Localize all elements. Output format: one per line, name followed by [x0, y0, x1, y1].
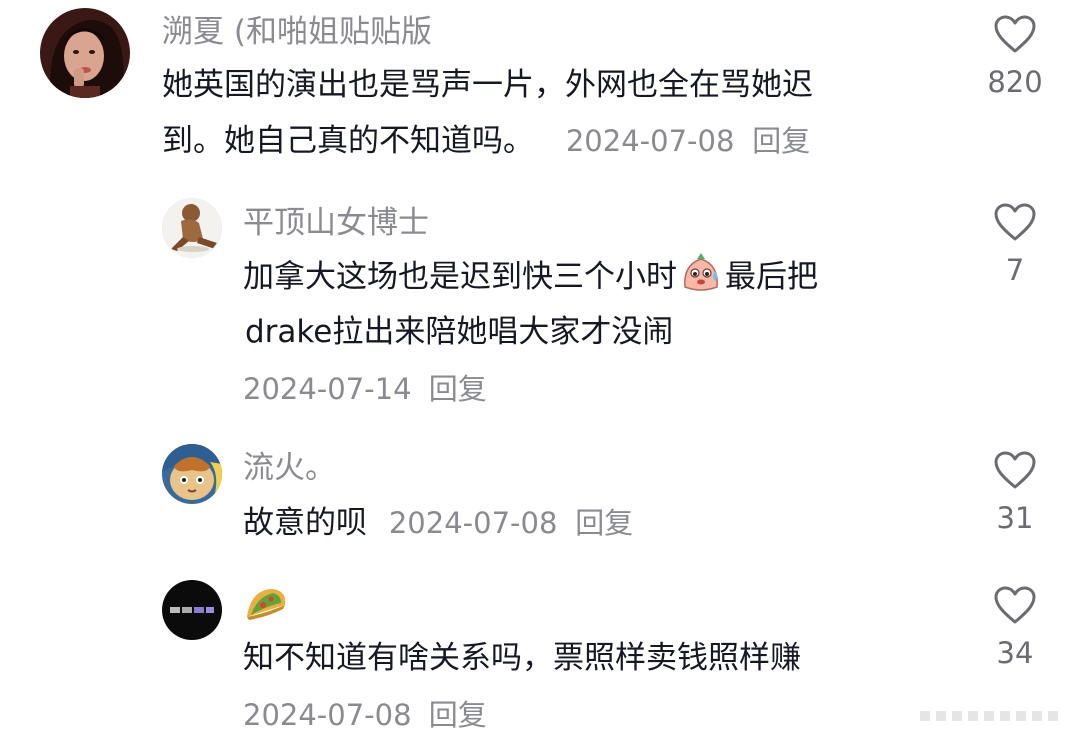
comment-text-line: drake拉出来陪她唱大家才没闹: [245, 314, 674, 350]
like-button[interactable]: 820: [980, 14, 1050, 102]
watermark-icon: [920, 711, 1058, 721]
comment-username[interactable]: 溯夏 (和啪姐贴贴版: [162, 12, 432, 52]
sweating-face-emoji-icon: [679, 251, 723, 295]
comment-text-line: 知不知道有啥关系吗，票照样卖钱照样赚: [243, 640, 801, 676]
like-button[interactable]: 31: [980, 450, 1050, 538]
comment-username[interactable]: 平顶山女博士: [243, 203, 429, 243]
comment-text-line: 故意的呗: [243, 505, 367, 541]
avatar[interactable]: [40, 8, 130, 98]
comment-username[interactable]: [243, 583, 289, 633]
comment-text: 她英国的演出也是骂声一片，外网也全在骂她迟: [162, 57, 813, 114]
comment-text-line: 最后把: [725, 259, 818, 295]
comment-date: 2024-07-14: [243, 372, 412, 406]
like-count: 34: [996, 636, 1034, 670]
figurine-avatar-icon: [163, 199, 221, 257]
like-button[interactable]: 7: [980, 202, 1050, 290]
avatar[interactable]: [162, 198, 222, 258]
like-count: 820: [987, 65, 1043, 99]
comment-text-line: 到。她自己真的不知道吗。: [162, 123, 534, 159]
reply-button[interactable]: 回复: [429, 698, 487, 732]
reply-button[interactable]: 回复: [752, 124, 810, 158]
cartoon-avatar-icon: [162, 444, 222, 504]
taco-icon: [247, 589, 286, 620]
comment-date: 2024-07-08: [388, 506, 558, 540]
dark-text-avatar-icon: [162, 580, 222, 640]
avatar[interactable]: [162, 444, 222, 504]
comment-meta: 2024-07-08 回复: [243, 695, 487, 735]
reply-button[interactable]: 回复: [429, 372, 487, 406]
comment-text: 故意的呗 2024-07-08 回复: [243, 495, 633, 552]
reply-button[interactable]: 回复: [575, 506, 633, 540]
user-photo-icon: [40, 8, 130, 98]
comment-username[interactable]: 流火。: [243, 448, 336, 488]
like-button[interactable]: 34: [980, 585, 1050, 673]
comment-text-line: 加拿大这场也是迟到快三个小时: [243, 259, 677, 295]
like-count: 7: [1005, 253, 1025, 287]
comment-text: 知不知道有啥关系吗，票照样卖钱照样赚: [243, 630, 801, 687]
comment-text-line: 她英国的演出也是骂声一片，外网也全在骂她迟: [162, 67, 813, 103]
avatar[interactable]: [162, 580, 222, 640]
heart-icon: [994, 203, 1036, 241]
comment-meta: 2024-07-14 回复: [243, 369, 487, 409]
comment-date: 2024-07-08: [565, 124, 735, 158]
heart-icon: [994, 586, 1036, 624]
like-count: 31: [996, 501, 1034, 535]
heart-icon: [994, 451, 1036, 489]
comment-text-line-2: 到。她自己真的不知道吗。 2024-07-08 回复: [162, 113, 810, 170]
comment-text-line-2: drake拉出来陪她唱大家才没闹: [245, 304, 673, 361]
heart-icon: [994, 15, 1036, 53]
comment-date: 2024-07-08: [243, 698, 412, 732]
comment-text: 加拿大这场也是迟到快三个小时 最后把: [243, 249, 818, 306]
